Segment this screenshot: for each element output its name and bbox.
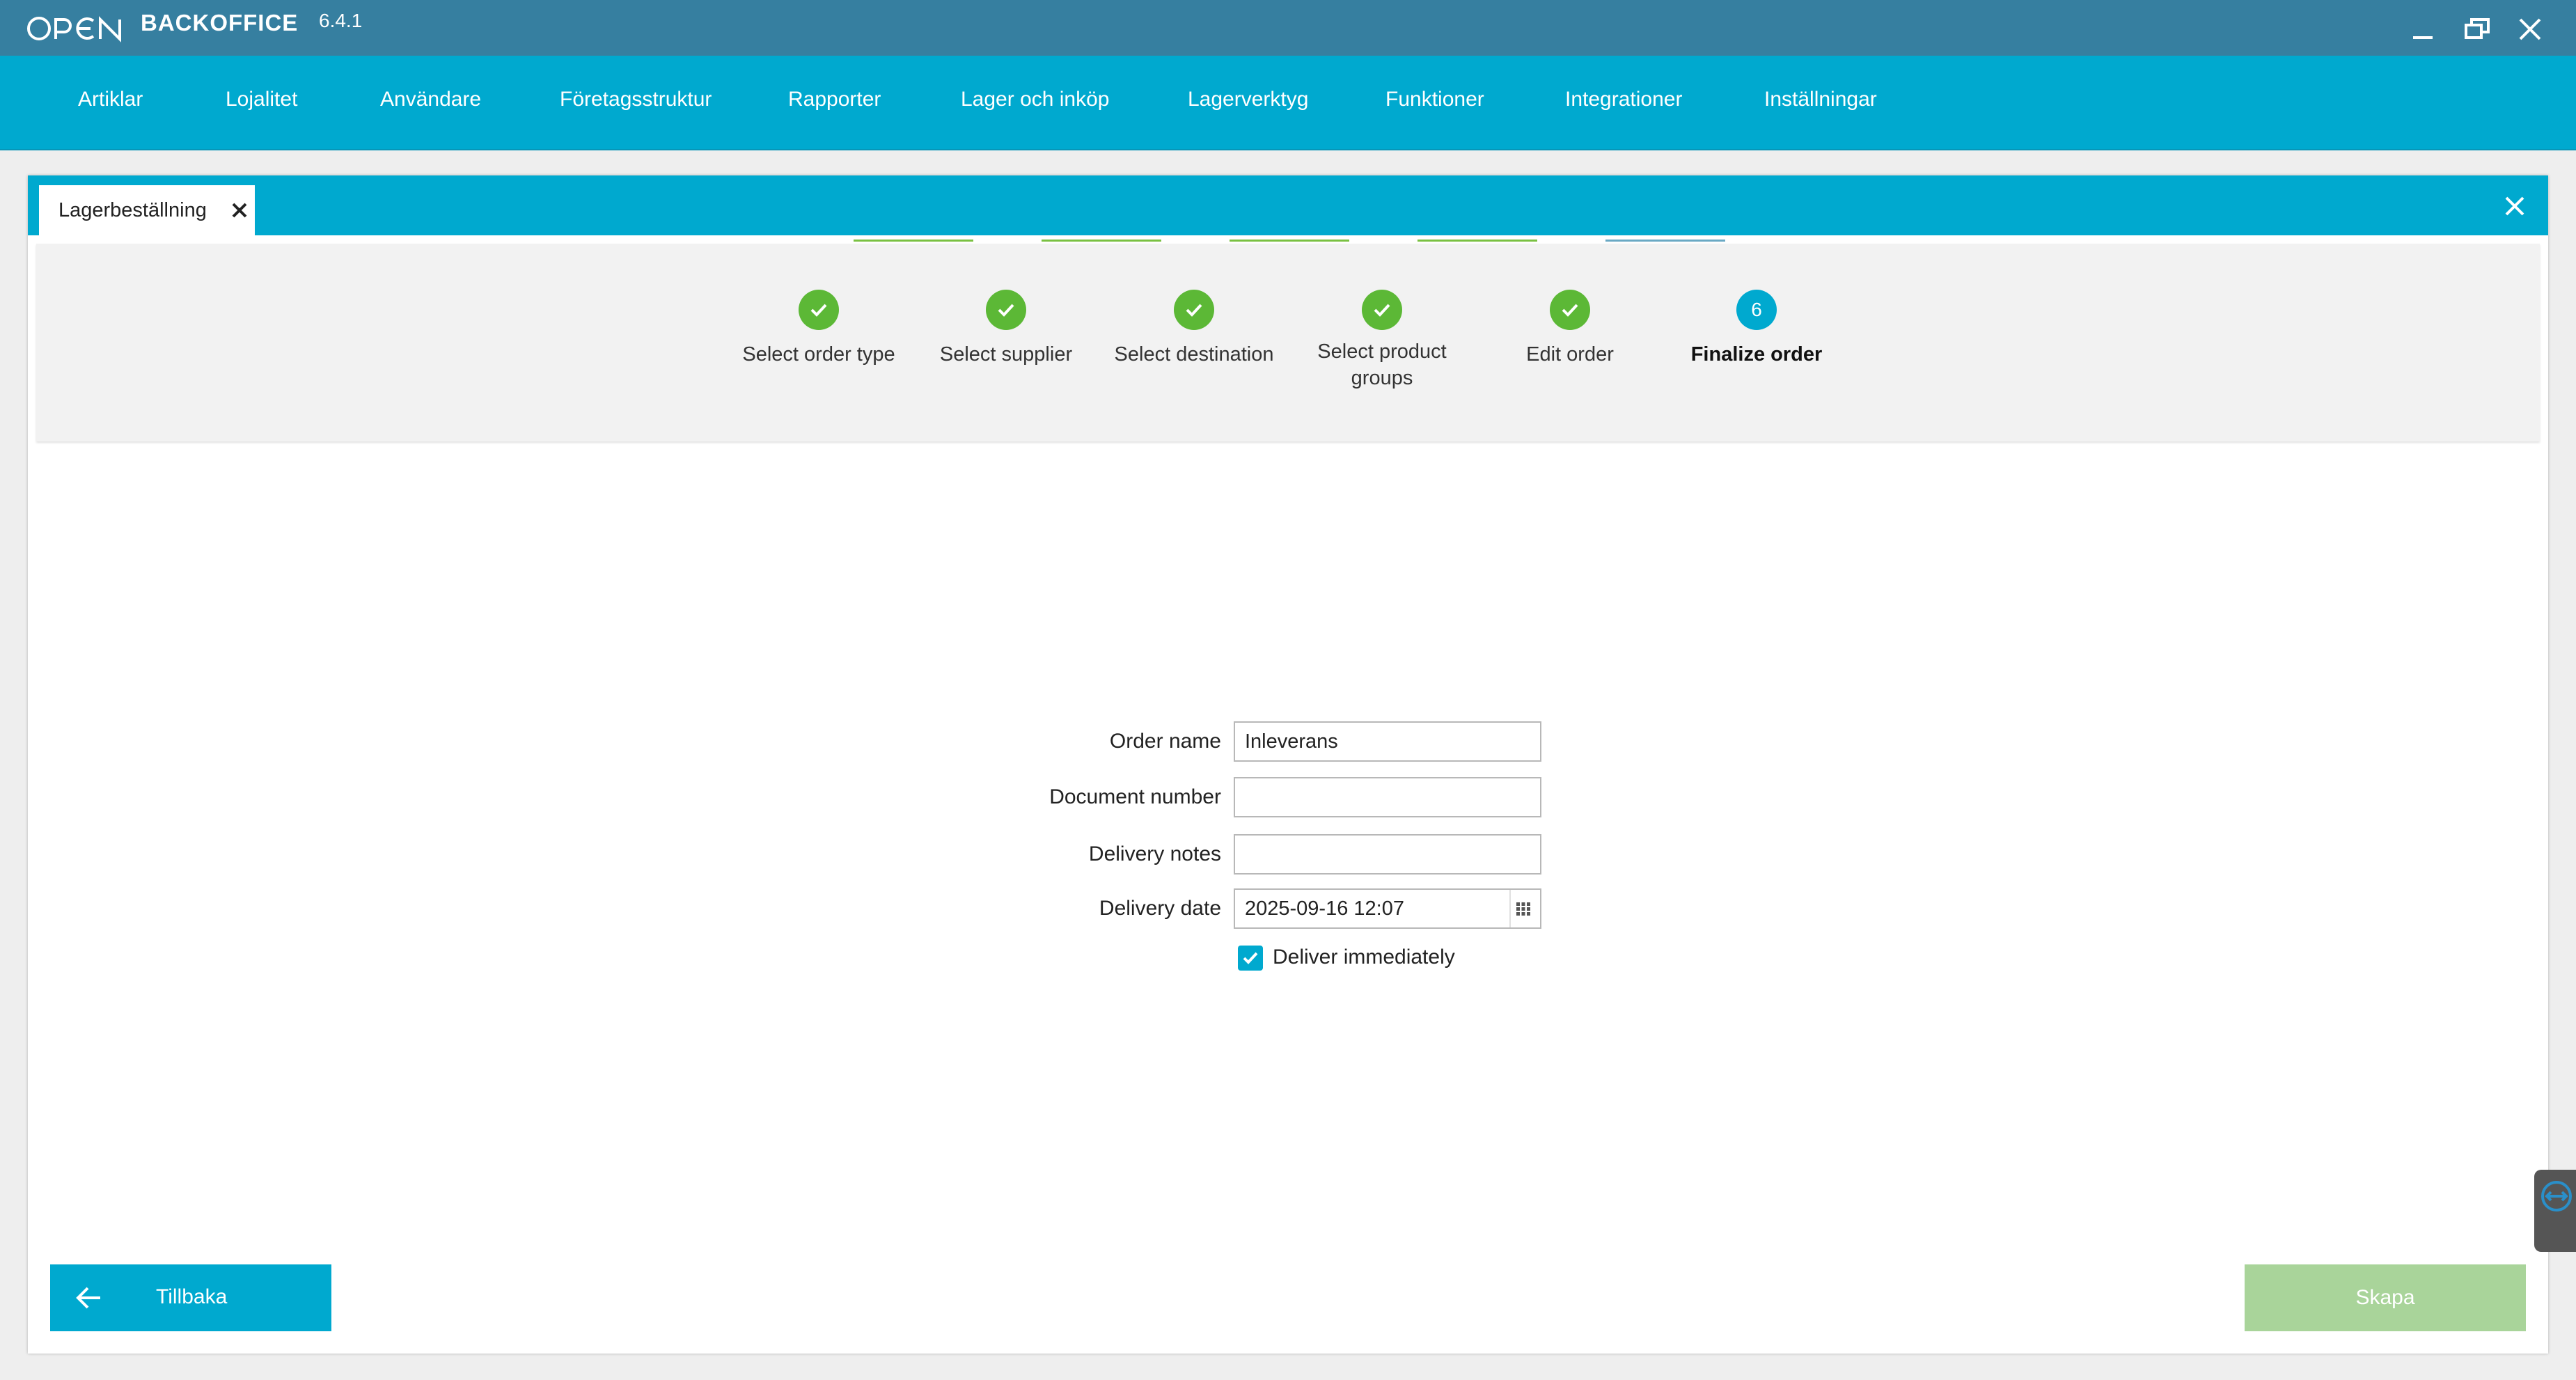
app-name: BACKOFFICE <box>141 10 299 36</box>
step-connector <box>854 240 973 242</box>
app-logo <box>25 10 128 46</box>
document-number-label: Document number <box>1049 785 1221 808</box>
tab-lagerbestallning[interactable]: Lagerbeställning <box>39 185 255 235</box>
deliver-immediately-label[interactable]: Deliver immediately <box>1273 946 1455 969</box>
step-6-label: Finalize order <box>1690 343 1823 366</box>
arrow-left-icon <box>76 1287 100 1309</box>
menu-item-lagerverktyg[interactable]: Lagerverktyg <box>1188 88 1308 111</box>
delivery-notes-label: Delivery notes <box>1088 842 1221 865</box>
order-name-label: Order name <box>1109 730 1221 753</box>
deliver-immediately-checkbox[interactable] <box>1238 946 1263 971</box>
calendar-grid-icon[interactable] <box>1511 896 1536 921</box>
checkmark-icon <box>1243 952 1258 964</box>
step-2-label: Select supplier <box>939 343 1073 366</box>
title-bar: BACKOFFICE 6.4.1 <box>0 0 2576 56</box>
minimize-icon <box>2413 36 2433 39</box>
step-4-label-line2: groups <box>1351 367 1413 389</box>
document-number-input[interactable] <box>1234 777 1541 817</box>
restore-icon <box>2465 18 2490 39</box>
step-4-label: Select product groups <box>1278 338 1486 391</box>
step-5-circle <box>1550 290 1590 330</box>
step-connector <box>1042 240 1161 242</box>
delivery-notes-input[interactable] <box>1234 834 1541 875</box>
order-name-input[interactable] <box>1234 721 1541 762</box>
menu-item-artiklar[interactable]: Artiklar <box>78 88 143 111</box>
delivery-date-input[interactable]: 2025-09-16 12:07 <box>1234 888 1541 929</box>
menu-item-rapporter[interactable]: Rapporter <box>788 88 881 111</box>
menu-item-foretagsstruktur[interactable]: Företagsstruktur <box>560 88 712 111</box>
back-button-label: Tillbaka <box>156 1285 228 1308</box>
tab-label: Lagerbeställning <box>58 199 207 221</box>
delivery-date-value: 2025-09-16 12:07 <box>1245 897 1404 920</box>
minimize-button[interactable] <box>2403 10 2442 49</box>
step-2-circle <box>986 290 1026 330</box>
step-1-label: Select order type <box>742 343 895 366</box>
panel-close-icon[interactable] <box>2501 192 2529 220</box>
step-connector <box>1417 240 1537 242</box>
menu-item-funktioner[interactable]: Funktioner <box>1385 88 1484 111</box>
menu-item-lager-och-inkop[interactable]: Lager och inköp <box>961 88 1110 111</box>
step-connector <box>1605 240 1725 242</box>
remote-support-tab[interactable] <box>2534 1170 2576 1252</box>
restore-button[interactable] <box>2458 10 2497 49</box>
back-button[interactable]: Tillbaka <box>50 1264 331 1331</box>
checkmark-icon <box>810 304 827 317</box>
delivery-date-label: Delivery date <box>1099 897 1221 920</box>
menu-item-lojalitet[interactable]: Lojalitet <box>226 88 297 111</box>
checkmark-icon <box>1374 304 1390 317</box>
step-3-label: Select destination <box>1114 343 1274 366</box>
menu-item-integrationer[interactable]: Integrationer <box>1565 88 1682 111</box>
menu-item-installningar[interactable]: Inställningar <box>1764 88 1877 111</box>
close-window-button[interactable] <box>2511 10 2550 49</box>
open-logo-icon <box>27 16 121 42</box>
create-button[interactable]: Skapa <box>2245 1264 2526 1331</box>
app-version: 6.4.1 <box>319 10 363 31</box>
menu-item-anvandare[interactable]: Användare <box>380 88 481 111</box>
step-4-circle <box>1362 290 1402 330</box>
step-5-label: Edit order <box>1526 343 1614 366</box>
checkmark-icon <box>998 304 1014 317</box>
step-3-circle <box>1174 290 1214 330</box>
tab-close-icon[interactable] <box>227 198 252 223</box>
tab-bar: Lagerbeställning <box>28 175 2548 235</box>
close-icon <box>2519 18 2541 40</box>
checkmark-icon <box>1562 304 1578 317</box>
step-6-circle: 6 <box>1736 290 1777 330</box>
step-1-circle <box>799 290 839 330</box>
checkmark-icon <box>1186 304 1202 317</box>
step-connector <box>1230 240 1349 242</box>
main-menu: Artiklar Lojalitet Användare Företagsstr… <box>0 56 2576 150</box>
remote-support-icon <box>2541 1181 2572 1212</box>
step-4-label-line1: Select product <box>1317 340 1447 363</box>
